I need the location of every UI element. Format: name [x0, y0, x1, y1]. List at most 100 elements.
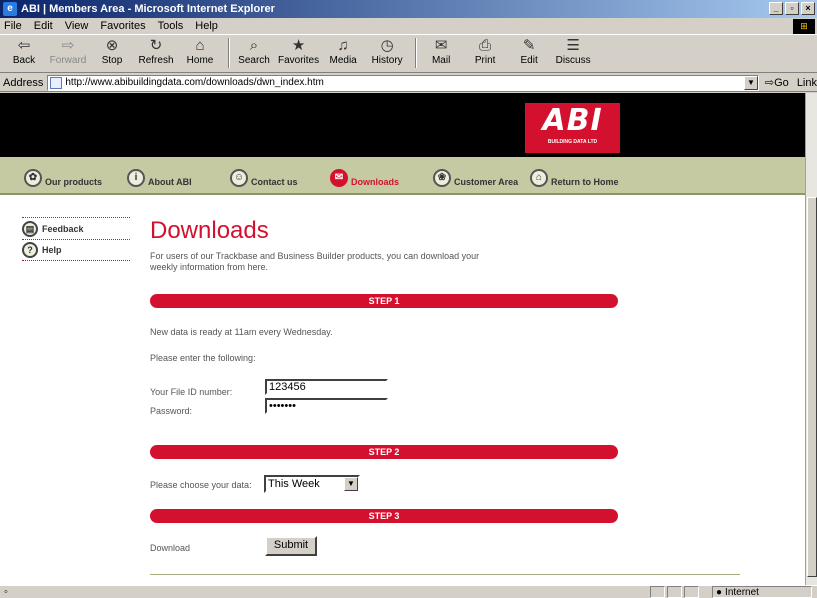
- password-input[interactable]: •••••••: [265, 398, 388, 414]
- mail-icon: ✉: [434, 37, 448, 54]
- file-id-label: Your File ID number:: [150, 387, 233, 397]
- chevron-down-icon[interactable]: ▼: [344, 477, 358, 491]
- abi-logo[interactable]: ABI BUILDING DATA LTD: [525, 103, 620, 153]
- address-dropdown-button[interactable]: ▼: [743, 75, 758, 90]
- nav-contact-us[interactable]: ☺ Contact us: [230, 169, 298, 187]
- menu-bar: File Edit View Favorites Tools Help ⊞: [0, 18, 817, 35]
- vertical-scrollbar[interactable]: [805, 93, 817, 585]
- links-button[interactable]: Link: [797, 77, 817, 89]
- password-label: Password:: [150, 406, 193, 416]
- home-icon: ⌂: [530, 169, 548, 187]
- history-button[interactable]: ◷ History: [367, 35, 407, 66]
- status-cell: [650, 586, 665, 598]
- window-title-bar: e ABI | Members Area - Microsoft Interne…: [0, 0, 817, 18]
- media-icon: ♫: [337, 37, 349, 54]
- step-2-bar: STEP 2: [150, 445, 618, 459]
- windows-logo-icon: ⊞: [793, 19, 815, 34]
- download-label: Download: [150, 543, 191, 553]
- forward-button[interactable]: ⇨ Forward: [48, 35, 88, 66]
- security-zone: ● Internet: [712, 586, 812, 598]
- menu-file[interactable]: File: [4, 20, 22, 32]
- menu-tools[interactable]: Tools: [158, 20, 184, 32]
- nav-downloads[interactable]: ✉ Downloads: [330, 169, 399, 187]
- home-icon: ⌂: [195, 37, 205, 54]
- step-3-bar: STEP 3: [150, 509, 618, 523]
- address-label: Address: [3, 76, 44, 89]
- discuss-icon: ☰: [566, 37, 580, 54]
- discuss-button[interactable]: ☰ Discuss: [553, 35, 593, 66]
- maximize-button[interactable]: ▫: [785, 2, 799, 15]
- page-icon: [50, 76, 63, 89]
- page-title: Downloads: [150, 217, 269, 244]
- site-nav: ✿ Our products i About ABI ☺ Contact us ✉ Do…: [0, 157, 805, 195]
- footer-divider: [150, 574, 740, 575]
- nav-return-home[interactable]: ⌂ Return to Home: [530, 169, 619, 187]
- nav-about-abi[interactable]: i About ABI: [127, 169, 192, 187]
- internet-globe-icon: ●: [716, 586, 723, 598]
- file-id-input[interactable]: 123456: [265, 379, 388, 395]
- stop-icon: ⊗: [105, 37, 119, 54]
- address-url: http://www.abibuildingdata.com/downloads…: [65, 77, 324, 88]
- search-icon: ⌕: [249, 37, 259, 54]
- toolbar-separator: [228, 38, 230, 68]
- forward-arrow-icon: ⇨: [61, 37, 75, 54]
- minimize-button[interactable]: _: [769, 2, 783, 15]
- site-header: ABI BUILDING DATA LTD: [0, 93, 805, 157]
- favorites-button[interactable]: ★ Favorites: [278, 35, 319, 66]
- refresh-button[interactable]: ↻ Refresh: [136, 35, 176, 66]
- status-page-icon: ◦: [4, 586, 8, 598]
- edit-button[interactable]: ✎ Edit: [509, 35, 549, 66]
- toolbar-separator: [415, 38, 418, 68]
- back-button[interactable]: ⇦ Back: [4, 35, 44, 66]
- status-cell: [684, 586, 699, 598]
- window-title: ABI | Members Area - Microsoft Internet …: [21, 3, 275, 15]
- edit-icon: ✎: [522, 37, 536, 54]
- downloads-icon: ✉: [330, 169, 348, 187]
- status-bar: ◦ ● Internet: [0, 585, 817, 598]
- sidebar-item-help[interactable]: ? Help: [22, 239, 130, 261]
- window-controls: _ ▫ ×: [769, 2, 815, 15]
- mail-button[interactable]: ✉ Mail: [421, 35, 461, 66]
- submit-button[interactable]: Submit: [265, 536, 317, 556]
- data-period-value: This Week: [268, 478, 320, 490]
- logo-subtitle: BUILDING DATA LTD: [547, 139, 598, 145]
- data-period-select[interactable]: This Week ▼: [264, 475, 360, 493]
- nav-our-products[interactable]: ✿ Our products: [24, 169, 102, 187]
- enter-text: Please enter the following:: [150, 353, 256, 363]
- toolbar: ⇦ Back ⇨ Forward ⊗ Stop ↻ Refresh ⌂ Home ⌕ Sea…: [0, 35, 817, 73]
- menu-edit[interactable]: Edit: [34, 20, 53, 32]
- refresh-icon: ↻: [149, 37, 163, 54]
- customer-icon: ❀: [433, 169, 451, 187]
- close-button[interactable]: ×: [801, 2, 815, 15]
- print-icon: ⎙: [479, 37, 492, 54]
- address-bar: Address http://www.abibuildingdata.com/d…: [0, 74, 817, 92]
- menu-view[interactable]: View: [65, 20, 89, 32]
- scrollbar-thumb[interactable]: [807, 197, 817, 577]
- step-1-bar: STEP 1: [150, 294, 618, 308]
- menu-help[interactable]: Help: [195, 20, 218, 32]
- ready-text: New data is ready at 11am every Wednesda…: [150, 327, 333, 337]
- print-button[interactable]: ⎙ Print: [465, 35, 505, 66]
- contact-icon: ☺: [230, 169, 248, 187]
- feedback-icon: ▤: [22, 220, 38, 237]
- go-button[interactable]: ⇨Go: [765, 76, 789, 89]
- favorites-icon: ★: [291, 37, 306, 54]
- choose-label: Please choose your data:: [150, 480, 252, 490]
- help-icon: ?: [22, 242, 38, 258]
- menu-favorites[interactable]: Favorites: [100, 20, 145, 32]
- sidebar-item-feedback[interactable]: ▤ Feedback: [22, 217, 130, 239]
- stop-button[interactable]: ⊗ Stop: [92, 35, 132, 66]
- info-icon: i: [127, 169, 145, 187]
- intro-text: For users of our Trackbase and Business …: [150, 251, 480, 272]
- logo-text: ABI: [542, 103, 603, 138]
- sidebar: ▤ Feedback ? Help: [22, 217, 130, 261]
- address-input[interactable]: http://www.abibuildingdata.com/downloads…: [47, 74, 759, 91]
- home-button[interactable]: ⌂ Home: [180, 35, 220, 66]
- search-button[interactable]: ⌕ Search: [234, 35, 274, 66]
- ie-logo-icon: e: [3, 2, 17, 16]
- media-button[interactable]: ♫ Media: [323, 35, 363, 66]
- history-icon: ◷: [380, 37, 394, 54]
- back-arrow-icon: ⇦: [17, 37, 31, 54]
- nav-customer-area[interactable]: ❀ Customer Area: [433, 169, 518, 187]
- main-content: Downloads For users of our Trackbase and…: [150, 217, 740, 575]
